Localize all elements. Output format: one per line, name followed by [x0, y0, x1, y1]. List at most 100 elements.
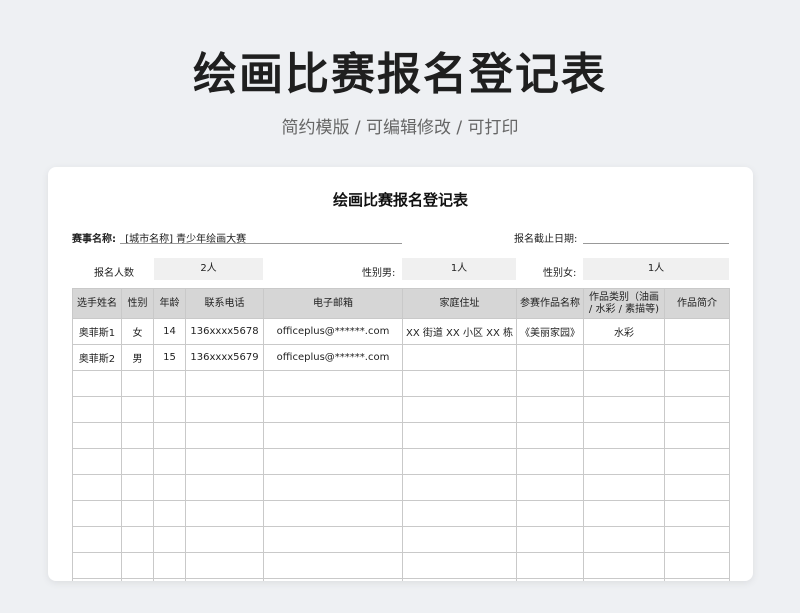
- table-cell[interactable]: [263, 526, 403, 553]
- table-cell[interactable]: XX 街道 XX 小区 XX 栋: [402, 318, 517, 345]
- table-cell[interactable]: [72, 500, 122, 527]
- table-cell[interactable]: 水彩: [583, 318, 665, 345]
- table-cell[interactable]: [583, 578, 665, 581]
- table-cell[interactable]: [121, 578, 154, 581]
- table-cell[interactable]: [516, 370, 584, 397]
- table-cell[interactable]: officeplus@******.com: [263, 344, 403, 371]
- table-cell[interactable]: [121, 500, 154, 527]
- table-cell[interactable]: [516, 396, 584, 423]
- table-cell[interactable]: [121, 552, 154, 579]
- table-cell[interactable]: [664, 370, 730, 397]
- table-cell[interactable]: [516, 578, 584, 581]
- table-cell[interactable]: [583, 552, 665, 579]
- table-cell[interactable]: [664, 474, 730, 501]
- table-cell[interactable]: [185, 552, 264, 579]
- table-cell[interactable]: [664, 526, 730, 553]
- table-cell[interactable]: 《美丽家园》: [516, 318, 584, 345]
- table-cell[interactable]: [185, 370, 264, 397]
- table-cell[interactable]: [153, 474, 186, 501]
- table-cell[interactable]: [121, 448, 154, 475]
- table-cell[interactable]: [664, 552, 730, 579]
- table-cell[interactable]: [664, 396, 730, 423]
- table-cell[interactable]: [263, 396, 403, 423]
- table-cell[interactable]: [402, 448, 517, 475]
- table-cell[interactable]: [185, 448, 264, 475]
- table-cell[interactable]: [402, 344, 517, 371]
- table-cell[interactable]: [516, 448, 584, 475]
- table-cell[interactable]: [72, 370, 122, 397]
- table-cell[interactable]: [402, 474, 517, 501]
- table-cell[interactable]: [402, 552, 517, 579]
- table-cell[interactable]: [153, 448, 186, 475]
- table-cell[interactable]: 男: [121, 344, 154, 371]
- table-cell[interactable]: 136xxxx5679: [185, 344, 264, 371]
- table-cell[interactable]: 14: [153, 318, 186, 345]
- table-cell[interactable]: [516, 526, 584, 553]
- table-cell[interactable]: [402, 578, 517, 581]
- table-cell[interactable]: 136xxxx5678: [185, 318, 264, 345]
- table-cell[interactable]: [583, 344, 665, 371]
- table-cell[interactable]: 奥菲斯1: [72, 318, 122, 345]
- table-cell[interactable]: [402, 500, 517, 527]
- table-cell[interactable]: [72, 474, 122, 501]
- male-value[interactable]: 1人: [402, 258, 516, 280]
- table-cell[interactable]: [121, 422, 154, 449]
- table-cell[interactable]: [153, 578, 186, 581]
- table-cell[interactable]: [583, 370, 665, 397]
- table-cell[interactable]: [583, 500, 665, 527]
- table-cell[interactable]: [516, 474, 584, 501]
- table-cell[interactable]: [185, 500, 264, 527]
- table-cell[interactable]: [72, 422, 122, 449]
- table-cell[interactable]: [516, 344, 584, 371]
- table-cell[interactable]: [664, 318, 730, 345]
- female-value[interactable]: 1人: [583, 258, 729, 280]
- table-cell[interactable]: [121, 396, 154, 423]
- table-cell[interactable]: [263, 578, 403, 581]
- table-cell[interactable]: [153, 370, 186, 397]
- table-cell[interactable]: [121, 370, 154, 397]
- table-cell[interactable]: [121, 474, 154, 501]
- table-cell[interactable]: [153, 396, 186, 423]
- table-cell[interactable]: [402, 370, 517, 397]
- table-cell[interactable]: [516, 552, 584, 579]
- table-cell[interactable]: [185, 422, 264, 449]
- table-cell[interactable]: [402, 396, 517, 423]
- table-cell[interactable]: [263, 500, 403, 527]
- table-cell[interactable]: [583, 422, 665, 449]
- table-cell[interactable]: [185, 396, 264, 423]
- table-cell[interactable]: [664, 578, 730, 581]
- table-cell[interactable]: [153, 552, 186, 579]
- table-cell[interactable]: [263, 370, 403, 397]
- table-cell[interactable]: [185, 526, 264, 553]
- table-cell[interactable]: [72, 526, 122, 553]
- table-cell[interactable]: [185, 578, 264, 581]
- table-cell[interactable]: [121, 526, 154, 553]
- table-cell[interactable]: 奥菲斯2: [72, 344, 122, 371]
- table-cell[interactable]: [583, 448, 665, 475]
- table-cell[interactable]: [402, 526, 517, 553]
- table-cell[interactable]: [153, 422, 186, 449]
- table-cell[interactable]: [402, 422, 517, 449]
- table-cell[interactable]: [72, 396, 122, 423]
- table-cell[interactable]: [72, 552, 122, 579]
- table-cell[interactable]: [263, 422, 403, 449]
- table-cell[interactable]: [72, 448, 122, 475]
- count-value[interactable]: 2人: [154, 258, 263, 280]
- table-cell[interactable]: [72, 578, 122, 581]
- table-cell[interactable]: [664, 344, 730, 371]
- table-cell[interactable]: officeplus@******.com: [263, 318, 403, 345]
- table-cell[interactable]: [153, 500, 186, 527]
- table-cell[interactable]: [185, 474, 264, 501]
- table-cell[interactable]: 女: [121, 318, 154, 345]
- table-cell[interactable]: [263, 474, 403, 501]
- table-cell[interactable]: [664, 422, 730, 449]
- table-cell[interactable]: [664, 500, 730, 527]
- table-cell[interactable]: [516, 500, 584, 527]
- table-cell[interactable]: [516, 422, 584, 449]
- table-cell[interactable]: [263, 448, 403, 475]
- table-cell[interactable]: [263, 552, 403, 579]
- table-cell[interactable]: [153, 526, 186, 553]
- table-cell[interactable]: [583, 474, 665, 501]
- table-cell[interactable]: [664, 448, 730, 475]
- table-cell[interactable]: [583, 526, 665, 553]
